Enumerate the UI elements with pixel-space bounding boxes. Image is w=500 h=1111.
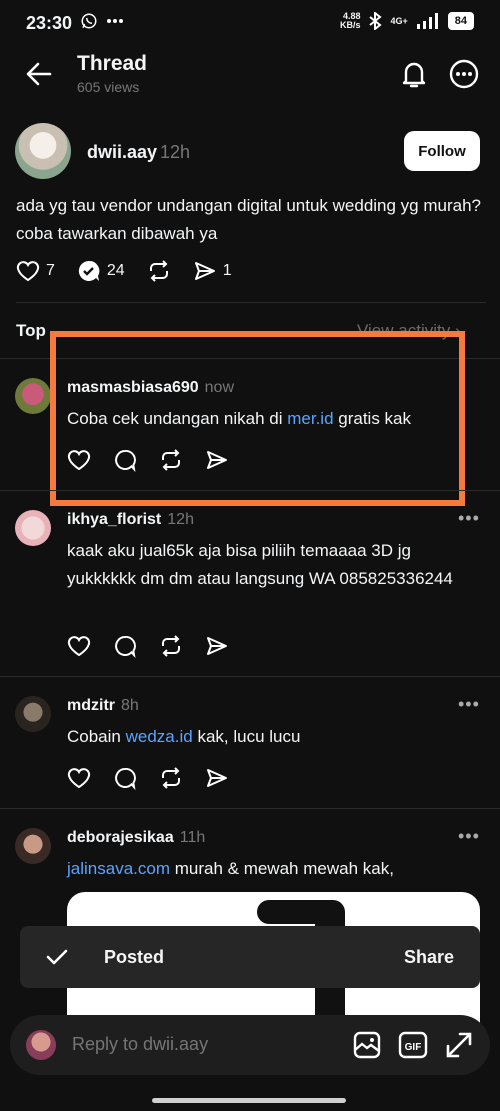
reply-actions — [67, 634, 251, 658]
comment-button[interactable] — [113, 766, 137, 790]
share-button[interactable]: 1 — [193, 259, 232, 283]
more-options-icon[interactable]: ••• — [458, 694, 480, 715]
repost-button[interactable] — [147, 259, 171, 283]
avatar[interactable] — [15, 378, 51, 414]
comment-button[interactable] — [113, 634, 137, 658]
reply-text: Cobain wedza.id kak, lucu lucu — [67, 727, 301, 746]
reply-link[interactable]: jalinsava.com — [67, 859, 170, 878]
more-options-icon[interactable]: ••• — [458, 826, 480, 847]
share-button[interactable] — [205, 634, 229, 658]
reply-time: 12h — [167, 511, 194, 528]
post-time: 12h — [160, 142, 191, 162]
like-button[interactable] — [67, 634, 91, 658]
reply-time: 8h — [121, 697, 139, 714]
reply-button[interactable]: 24 — [77, 259, 125, 283]
avatar[interactable] — [15, 510, 51, 546]
follow-button[interactable]: Follow — [404, 131, 480, 171]
reply-count: 24 — [106, 262, 125, 279]
avatar[interactable] — [15, 123, 71, 179]
share-count: 1 — [222, 262, 232, 279]
status-bar: 23:30 4.88 KB/s 4G+ 84 — [0, 0, 500, 48]
home-indicator[interactable] — [152, 1098, 346, 1103]
send-icon — [207, 769, 227, 787]
signal-icon — [416, 13, 438, 29]
more-options-icon[interactable] — [448, 58, 480, 90]
toast-message: Posted — [104, 947, 165, 967]
more-dots-icon — [107, 19, 123, 23]
avatar — [26, 1030, 56, 1060]
send-icon — [194, 262, 215, 280]
battery-icon: 84 — [447, 12, 474, 30]
toast-share-button[interactable]: Share — [404, 947, 454, 968]
heart-icon — [16, 261, 40, 282]
post-author[interactable]: dwii.aay — [87, 142, 157, 163]
gif-icon[interactable]: GIF — [398, 1030, 428, 1060]
reply-author[interactable]: mdzitr 8h — [67, 697, 139, 715]
repost-button[interactable] — [159, 766, 183, 790]
reply-check-icon — [78, 260, 100, 281]
image-icon[interactable] — [352, 1030, 382, 1060]
bluetooth-icon — [369, 12, 383, 30]
reply-text: jalinsava.com murah & mewah mewah kak, — [67, 859, 394, 878]
repost-icon — [162, 635, 180, 657]
comment-icon — [115, 635, 136, 658]
repost-icon — [162, 767, 180, 789]
bell-icon[interactable] — [398, 58, 430, 90]
view-count: 605 views — [77, 79, 140, 95]
back-arrow-icon[interactable] — [26, 61, 52, 87]
like-button[interactable] — [67, 766, 91, 790]
share-button[interactable] — [205, 766, 229, 790]
network-type: 4G+ — [390, 16, 408, 26]
like-count: 7 — [46, 262, 55, 279]
reply-actions — [67, 766, 251, 790]
avatar[interactable] — [15, 696, 51, 732]
divider — [0, 676, 500, 677]
whatsapp-icon — [81, 13, 97, 29]
svg-text:GIF: GIF — [405, 1042, 422, 1053]
network-speed: 4.88 KB/s — [339, 11, 361, 30]
expand-icon[interactable] — [444, 1030, 474, 1060]
post-text: ada yg tau vendor undangan digital untuk… — [16, 196, 482, 243]
reply-author[interactable]: ikhya_florist 12h — [67, 511, 194, 529]
avatar[interactable] — [15, 828, 51, 864]
comment-icon — [115, 767, 136, 790]
reply-input[interactable] — [72, 1034, 332, 1055]
like-button[interactable]: 7 — [16, 259, 55, 283]
reply-author[interactable]: deborajesikaa 11h — [67, 829, 205, 847]
post-actions: 7 24 1 — [16, 259, 254, 283]
posted-toast: Posted Share — [20, 926, 480, 988]
divider — [16, 302, 486, 303]
reply-text: kaak aku jual65k aja bisa piliih temaaaa… — [67, 541, 453, 588]
page-title: Thread — [77, 52, 148, 75]
reply-time: 11h — [179, 829, 206, 846]
thread-header: Thread 605 views — [0, 48, 500, 108]
heart-icon — [67, 636, 91, 657]
check-icon — [46, 949, 68, 965]
status-time: 23:30 — [26, 13, 73, 33]
highlight-box — [50, 331, 465, 506]
reply-link[interactable]: wedza.id — [126, 727, 193, 746]
reply-composer: GIF — [10, 1015, 490, 1075]
send-icon — [207, 637, 227, 655]
sort-label[interactable]: Top — [16, 321, 46, 341]
repost-button[interactable] — [159, 634, 183, 658]
heart-icon — [67, 768, 91, 789]
divider — [0, 808, 500, 809]
more-options-icon[interactable]: ••• — [458, 508, 480, 529]
divider — [0, 490, 500, 491]
repost-icon — [149, 260, 168, 282]
